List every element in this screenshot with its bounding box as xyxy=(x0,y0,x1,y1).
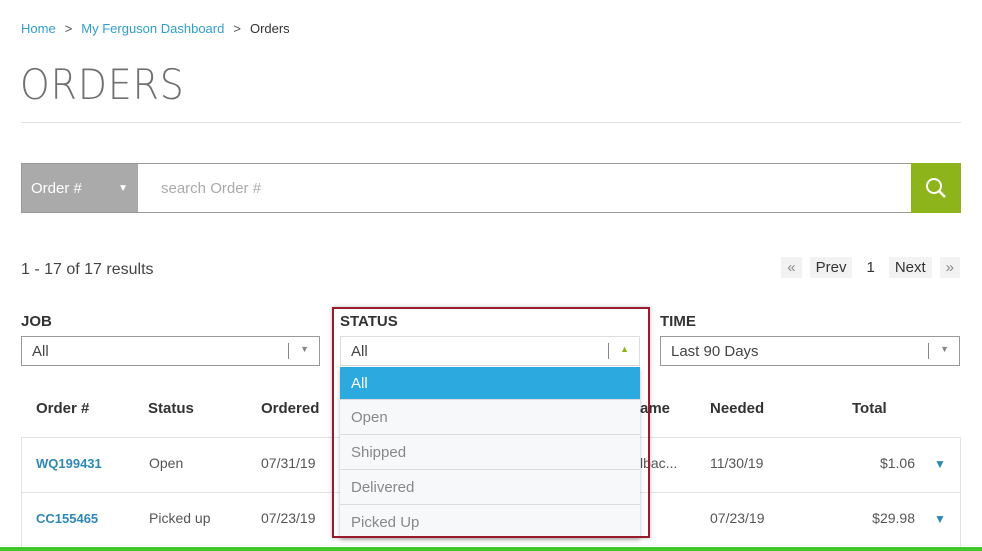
page-title: ORDERS xyxy=(20,60,185,109)
breadcrumb: Home > My Ferguson Dashboard > Orders xyxy=(21,21,290,36)
next-button[interactable]: Next xyxy=(888,257,932,278)
column-header-total[interactable]: Total xyxy=(852,400,887,417)
expand-row-icon[interactable]: ▼ xyxy=(934,512,946,526)
column-header-order[interactable]: Order # xyxy=(36,400,89,417)
time-filter-select[interactable]: Last 90 Days ▼ xyxy=(660,336,960,366)
first-page-button[interactable]: « xyxy=(781,257,802,278)
order-total: $29.98 xyxy=(872,510,915,526)
order-status: Picked up xyxy=(149,510,211,526)
search-input[interactable] xyxy=(138,164,911,212)
divider xyxy=(21,122,961,123)
breadcrumb-current: Orders xyxy=(249,21,290,36)
column-header-needed[interactable]: Needed xyxy=(710,400,764,417)
highlight-box xyxy=(332,307,650,538)
order-link[interactable]: WQ199431 xyxy=(36,456,102,471)
search-type-label: Order # xyxy=(31,179,82,197)
chevron-down-icon: ▼ xyxy=(300,344,309,354)
time-filter-value: Last 90 Days xyxy=(671,343,759,360)
chevron-down-icon: ▼ xyxy=(118,182,128,194)
breadcrumb-dashboard[interactable]: My Ferguson Dashboard xyxy=(81,21,224,36)
order-status: Open xyxy=(149,455,184,471)
expand-row-icon[interactable]: ▼ xyxy=(934,457,946,471)
search-type-dropdown[interactable]: Order # ▼ xyxy=(22,164,138,212)
column-header-status[interactable]: Status xyxy=(148,400,194,417)
pagination: « Prev 1 Next » xyxy=(781,257,960,278)
needed-date: 11/30/19 xyxy=(710,455,764,471)
search-bar: Order # ▼ xyxy=(21,163,961,213)
needed-date: 07/23/19 xyxy=(710,510,765,526)
search-icon xyxy=(926,178,946,198)
last-page-button[interactable]: » xyxy=(939,257,960,278)
job-filter-value: All xyxy=(32,343,49,360)
time-filter-label: TIME xyxy=(660,313,696,330)
results-count: 1 - 17 of 17 results xyxy=(21,261,154,278)
order-date: 07/31/19 xyxy=(261,455,316,471)
page-number[interactable]: 1 xyxy=(860,257,880,278)
column-header-ordered[interactable]: Ordered xyxy=(261,400,319,417)
search-button[interactable] xyxy=(911,163,961,213)
prev-button[interactable]: Prev xyxy=(809,257,853,278)
order-total: $1.06 xyxy=(879,455,915,471)
chevron-down-icon: ▼ xyxy=(940,344,949,354)
job-filter-label: JOB xyxy=(21,313,52,330)
bottom-bar xyxy=(0,547,982,551)
order-date: 07/23/19 xyxy=(261,510,316,526)
breadcrumb-home[interactable]: Home xyxy=(21,21,56,36)
order-link[interactable]: CC155465 xyxy=(36,511,98,526)
job-filter-select[interactable]: All ▼ xyxy=(21,336,320,366)
